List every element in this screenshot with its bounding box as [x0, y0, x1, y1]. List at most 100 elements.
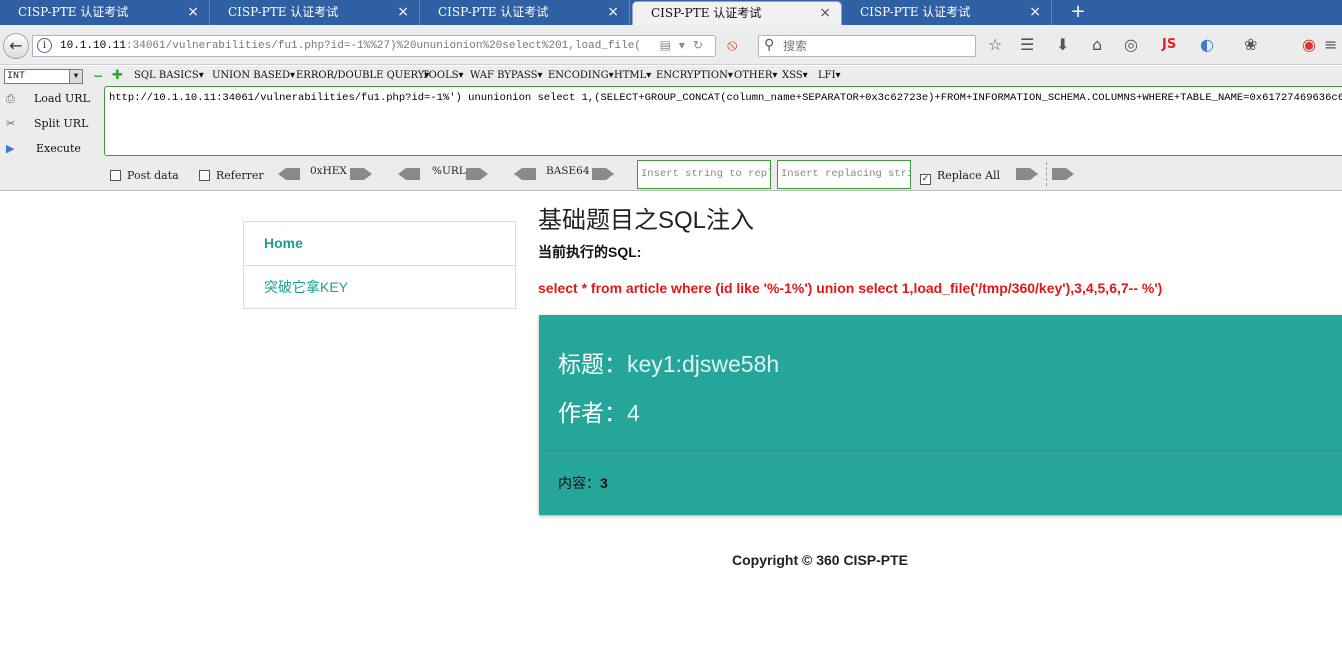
encode-arrow-right-icon[interactable] — [466, 167, 488, 181]
execute-button[interactable]: ▶ Execute — [6, 142, 81, 155]
back-button[interactable]: ← — [3, 33, 29, 59]
article-title-label: 标题： — [558, 351, 627, 377]
close-icon[interactable]: × — [819, 2, 831, 24]
url-action-icons[interactable]: ▤▾↻ — [660, 38, 711, 52]
address-bar[interactable]: i 10.1.10.11:34061/vulnerabilities/fu1.p… — [32, 35, 716, 57]
menu-sql-basics[interactable]: SQL BASICS▾ — [134, 70, 204, 81]
article-content-label: 内容： — [558, 475, 600, 491]
menu-icon[interactable]: ≡ — [1324, 36, 1337, 54]
palette-icon[interactable]: ❀ — [1244, 36, 1257, 54]
article-content-value: 3 — [600, 475, 608, 491]
post-data-checkbox[interactable]: Post data — [110, 169, 179, 182]
card-divider — [539, 450, 1342, 451]
injection-type-select[interactable]: INT ▼ — [4, 69, 83, 84]
checkbox-box[interactable] — [110, 170, 121, 181]
split-url-label: Split URL — [34, 117, 89, 130]
encode-arrow-right-icon[interactable] — [350, 167, 372, 181]
article-card: 标题：key1:djswe58h 作者：4 内容：3 — [539, 315, 1342, 515]
replace-all-arrow-right-icon[interactable] — [1052, 167, 1074, 181]
close-icon[interactable]: × — [397, 0, 409, 25]
menu-union-based[interactable]: UNION BASED▾ — [212, 70, 295, 81]
close-icon[interactable]: × — [187, 0, 199, 25]
browser-tab-3[interactable]: CISP-PTE 认证考试 × — [420, 0, 630, 25]
copyright-footer: Copyright © 360 CISP-PTE — [732, 552, 909, 568]
url-encoding-label: %URL — [432, 165, 466, 177]
browser-tab-1[interactable]: CISP-PTE 认证考试 × — [0, 0, 210, 25]
divider — [1046, 162, 1047, 186]
page-action-icon[interactable]: ▤ — [660, 38, 679, 52]
menu-error-double-query[interactable]: ERROR/DOUBLE QUERY▾ — [296, 70, 429, 81]
browser-tab-5[interactable]: CISP-PTE 认证考试 × — [842, 0, 1052, 25]
checkbox-box[interactable] — [199, 170, 210, 181]
browser-tab-2[interactable]: CISP-PTE 认证考试 × — [210, 0, 420, 25]
referrer-label: Referrer — [216, 169, 264, 182]
post-data-label: Post data — [127, 169, 179, 182]
close-icon[interactable]: × — [1029, 0, 1041, 25]
new-tab-button[interactable]: + — [1066, 0, 1090, 25]
select-value: INT — [7, 71, 26, 82]
load-url-button[interactable]: ⎙ Load URL — [6, 92, 90, 106]
url-text[interactable]: 10.1.10.11:34061/vulnerabilities/fu1.php… — [60, 36, 640, 57]
load-url-icon: ⎙ — [6, 92, 15, 105]
site-info-icon[interactable]: i — [37, 38, 52, 53]
decode-arrow-left-icon[interactable] — [398, 167, 420, 181]
minus-icon[interactable]: − — [93, 69, 103, 83]
nav-item-home[interactable]: Home — [244, 222, 515, 265]
referrer-checkbox[interactable]: Referrer — [199, 169, 264, 182]
search-icon: ⚲ — [764, 37, 775, 53]
home-icon[interactable]: ⌂ — [1092, 36, 1102, 54]
replace-all-checkbox[interactable]: ✓ Replace All — [920, 169, 1000, 185]
download-icon[interactable]: ⬇ — [1056, 36, 1069, 54]
article-author-row: 作者：4 — [558, 394, 640, 428]
split-url-icon: ✂ — [6, 117, 16, 130]
tab-title: CISP-PTE 认证考试 — [228, 5, 339, 19]
reload-icon[interactable]: ↻ — [693, 38, 711, 52]
url-path: :34061/vulnerabilities/fu1.php?id=-1%%27… — [126, 40, 640, 52]
search-box[interactable]: ⚲ 搜索 — [758, 35, 976, 57]
side-navigation: Home 突破它拿KEY — [243, 221, 516, 309]
close-icon[interactable]: × — [607, 0, 619, 25]
article-author-label: 作者： — [558, 400, 627, 426]
checkbox-checked-icon[interactable]: ✓ — [920, 174, 931, 185]
menu-html[interactable]: HTML▾ — [614, 70, 651, 81]
article-content-row: 内容：3 — [558, 473, 608, 493]
reading-list-icon[interactable]: ☰ — [1020, 36, 1034, 54]
menu-other[interactable]: OTHER▾ — [734, 70, 777, 81]
execute-label: Execute — [36, 142, 81, 155]
split-url-button[interactable]: ✂ Split URL — [6, 117, 88, 130]
replace-all-label: Replace All — [937, 169, 1001, 182]
find-string-input[interactable]: Insert string to replace — [637, 160, 771, 189]
executed-sql-text: select * from article where (id like '%-… — [538, 280, 1163, 296]
dropdown-icon[interactable]: ▾ — [679, 38, 693, 52]
article-title-row: 标题：key1:djswe58h — [558, 345, 779, 379]
article-title-value: key1:djswe58h — [627, 351, 780, 377]
menu-lfi[interactable]: LFI▾ — [818, 70, 841, 81]
tab-title: CISP-PTE 认证考试 — [860, 5, 971, 19]
menu-encoding[interactable]: ENCODING▾ — [548, 70, 614, 81]
decode-arrow-left-icon[interactable] — [514, 167, 536, 181]
plus-icon[interactable]: ✚ — [112, 68, 123, 83]
base64-encoding-label: BASE64 — [546, 165, 590, 177]
replace-arrow-right-icon[interactable] — [1016, 167, 1038, 181]
chevron-down-icon: ▼ — [69, 70, 82, 83]
block-icon[interactable]: ⦸ — [727, 36, 737, 54]
menu-xss[interactable]: XSS▾ — [782, 70, 808, 81]
search-input[interactable]: 搜索 — [783, 36, 807, 56]
decode-arrow-left-icon[interactable] — [278, 167, 300, 181]
nav-item-get-key[interactable]: 突破它拿KEY — [244, 265, 515, 308]
menu-tools[interactable]: TOOLS▾ — [422, 70, 464, 81]
tab-title: CISP-PTE 认证考试 — [438, 5, 549, 19]
bookmark-star-icon[interactable]: ☆ — [988, 36, 1002, 54]
tab-strip: CISP-PTE 认证考试 × CISP-PTE 认证考试 × CISP-PTE… — [0, 0, 1342, 25]
addon-red-icon[interactable]: ◉ — [1302, 36, 1316, 54]
replace-string-input[interactable]: Insert replacing string — [777, 160, 911, 189]
browser-tab-4-active[interactable]: CISP-PTE 认证考试 × — [632, 1, 842, 25]
encode-arrow-right-icon[interactable] — [592, 167, 614, 181]
menu-encryption[interactable]: ENCRYPTION▾ — [656, 70, 733, 81]
addon-globe-icon[interactable]: ◎ — [1124, 36, 1138, 54]
js-toggle-icon[interactable]: JS — [1162, 36, 1176, 54]
current-sql-label: 当前执行的SQL: — [538, 244, 642, 260]
menu-waf-bypass[interactable]: WAF BYPASS▾ — [470, 70, 542, 81]
translate-icon[interactable]: ◐ — [1200, 36, 1214, 54]
hackbar-url-textarea[interactable]: http://10.1.10.11:34061/vulnerabilities/… — [104, 86, 1342, 156]
